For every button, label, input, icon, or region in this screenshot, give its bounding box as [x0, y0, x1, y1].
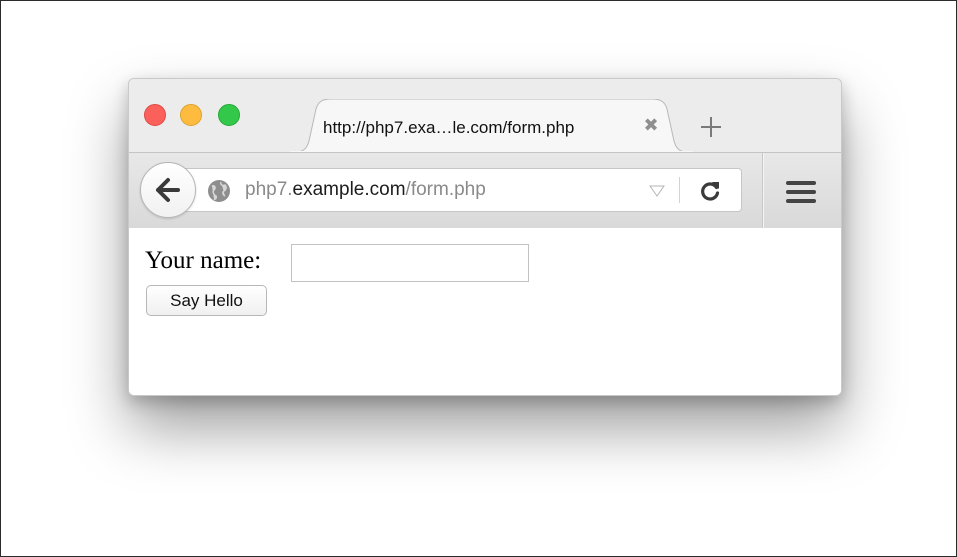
- back-button[interactable]: [140, 162, 196, 218]
- url-text[interactable]: php7.example.com/form.php: [245, 179, 486, 201]
- name-input[interactable]: [291, 244, 529, 282]
- say-hello-button[interactable]: Say Hello: [146, 285, 267, 316]
- title-bar: http://php7.exa…le.com/form.php ✖: [129, 79, 841, 153]
- reload-icon[interactable]: [698, 179, 722, 203]
- name-form: Your name:: [145, 244, 545, 284]
- close-window-button[interactable]: [144, 104, 166, 126]
- browser-window: http://php7.exa…le.com/form.php ✖ php7.e…: [128, 78, 842, 396]
- maximize-window-button[interactable]: [218, 104, 240, 126]
- navigation-toolbar: php7.example.com/form.php: [129, 152, 841, 229]
- back-arrow-icon: [156, 178, 180, 202]
- tab-title: http://php7.exa…le.com/form.php: [323, 118, 575, 137]
- page-content: Your name: Say Hello: [129, 228, 841, 395]
- minimize-window-button[interactable]: [180, 104, 202, 126]
- name-label: Your name:: [145, 247, 262, 274]
- browser-tab[interactable]: http://php7.exa…le.com/form.php ✖: [289, 99, 694, 153]
- address-bar-divider: [679, 177, 680, 203]
- url-prefix: php7.: [245, 179, 293, 200]
- globe-icon[interactable]: [207, 179, 231, 203]
- hamburger-menu-icon[interactable]: [786, 180, 816, 204]
- new-tab-plus-icon[interactable]: [698, 114, 724, 140]
- toolbar-divider: [762, 153, 763, 228]
- tab-close-icon[interactable]: ✖: [641, 115, 661, 135]
- dropdown-triangle-icon[interactable]: [649, 185, 665, 197]
- screenshot-frame: http://php7.exa…le.com/form.php ✖ php7.e…: [0, 0, 957, 557]
- url-host: example.com: [292, 179, 406, 200]
- url-path: /form.php: [405, 179, 486, 200]
